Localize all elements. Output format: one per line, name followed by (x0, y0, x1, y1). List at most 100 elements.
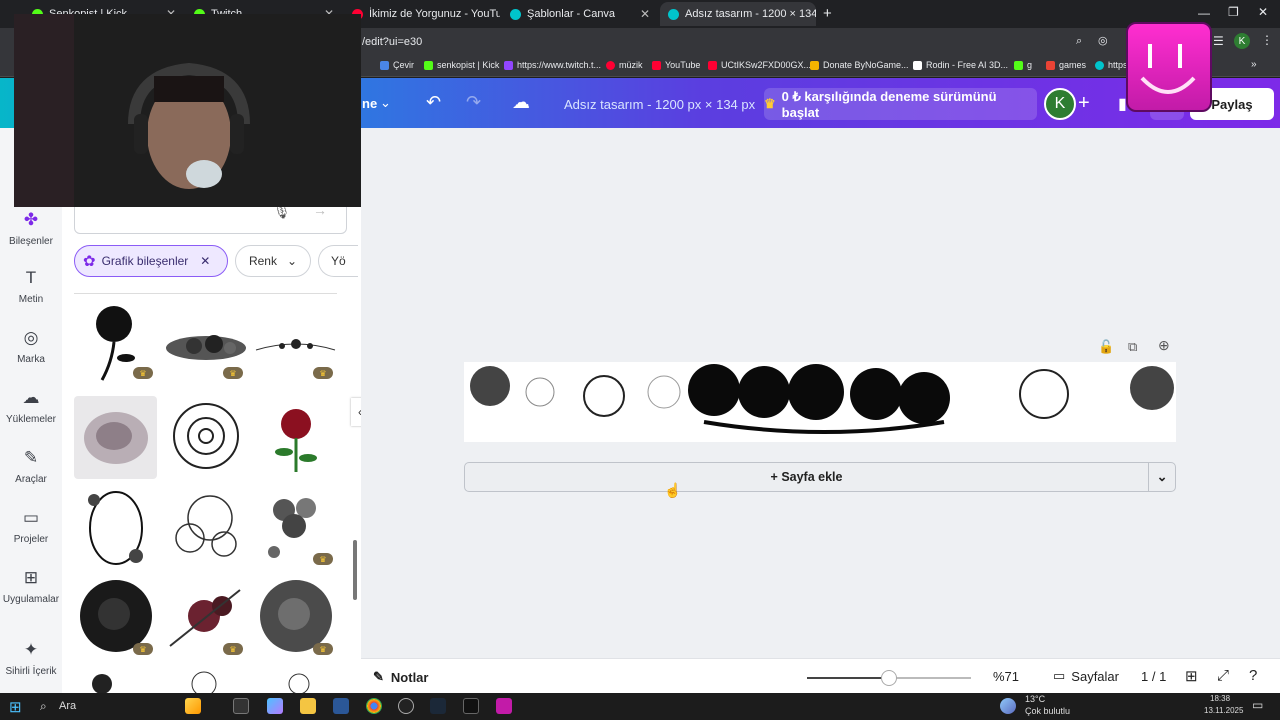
task-view-icon[interactable] (233, 698, 249, 714)
rail-item-tools[interactable]: ✎ Araçlar (0, 448, 62, 485)
chevron-down-icon[interactable]: ⌄ (380, 95, 391, 111)
document-title[interactable]: Adsız tasarım - 1200 px × 134 px (564, 97, 755, 112)
duplicate-page-icon[interactable]: ⧉ (1128, 339, 1137, 355)
bookmark-item[interactable]: senkopist | Kick (424, 60, 499, 70)
rail-label: Uygulamalar (2, 594, 60, 605)
bookmark-item[interactable]: Çevir (380, 60, 414, 70)
element-thumbnail[interactable]: ♛ (74, 300, 157, 383)
tools-icon: ✎ (23, 448, 39, 467)
clock-time[interactable]: 18:38 (1210, 694, 1230, 703)
maximize-icon[interactable]: ❐ (1228, 5, 1239, 19)
element-thumbnail[interactable] (74, 664, 157, 693)
filter-chip-orientation[interactable]: Yö (318, 245, 358, 277)
chrome-icon[interactable] (366, 698, 382, 714)
epic-games-icon[interactable] (463, 698, 479, 714)
pages-button[interactable]: ▭ Sayfalar (1053, 668, 1119, 684)
element-thumbnail[interactable]: ♛ (254, 486, 337, 569)
notifications-icon[interactable]: ▭ (1252, 698, 1263, 712)
element-thumbnail[interactable]: ♛ (74, 576, 157, 659)
clock-date[interactable]: 13.11.2025 (1204, 706, 1243, 715)
redo-icon[interactable]: ↷ (466, 92, 481, 113)
browser-tab[interactable]: Şablonlar - Canva ✕ (502, 2, 658, 26)
bookmarks-overflow-icon[interactable]: » (1251, 59, 1257, 70)
fullscreen-icon[interactable]: ⤢ (1217, 667, 1229, 684)
new-tab-button[interactable]: + (823, 5, 832, 22)
element-thumbnail[interactable]: ♛ (164, 300, 247, 383)
rail-item-elements[interactable]: ✤ Bileşenler (0, 210, 62, 247)
bookmark-item[interactable]: müzik (606, 60, 643, 70)
close-tab-icon[interactable]: ✕ (640, 7, 650, 21)
zoom-slider[interactable] (807, 670, 971, 686)
chevron-down-icon[interactable]: ⌄ (1149, 469, 1175, 485)
element-thumbnail[interactable] (254, 396, 337, 479)
close-icon[interactable]: ✕ (200, 254, 210, 268)
premium-crown-icon: ♛ (313, 367, 333, 379)
minimize-icon[interactable]: — (1198, 6, 1210, 20)
element-thumbnail[interactable] (254, 664, 337, 693)
start-trial-button[interactable]: ♛ 0 ₺ karşılığında deneme sürümünü başla… (764, 88, 1037, 120)
element-thumbnail[interactable]: ♛ (254, 300, 337, 383)
extensions-icon[interactable]: ☰ (1213, 34, 1224, 48)
add-collaborator-icon[interactable]: + (1078, 92, 1090, 115)
profile-avatar[interactable]: K (1234, 33, 1250, 49)
bookmark-item[interactable]: Donate ByNoGame... (810, 60, 909, 70)
cloud-saved-icon[interactable]: ☁ (512, 92, 530, 113)
home-menu-label[interactable]: ne (362, 96, 377, 111)
taskbar-search-label[interactable]: Ara (59, 700, 76, 712)
notes-button[interactable]: ✎ Notlar (373, 669, 428, 685)
grid-view-icon[interactable]: ⊞ (1185, 667, 1198, 685)
scrollbar-thumb[interactable] (353, 540, 357, 600)
browser-tab[interactable]: İkimiz de Yorgunuz - YouTube 🔊 ✕ (344, 2, 500, 26)
rail-item-brand[interactable]: ◎ Marka (0, 328, 62, 365)
panel-scrollbar[interactable] (352, 290, 358, 688)
copilot-icon[interactable] (267, 698, 283, 714)
element-thumbnail[interactable]: ♛ (254, 576, 337, 659)
design-canvas-page[interactable] (464, 362, 1176, 442)
eye-off-icon[interactable]: ◎ (1098, 34, 1108, 47)
weather-icon[interactable] (1000, 698, 1016, 714)
rail-item-uploads[interactable]: ☁ Yüklemeler (0, 388, 62, 425)
undo-icon[interactable]: ↶ (426, 92, 441, 113)
element-thumbnail[interactable] (164, 486, 247, 569)
bookmark-item[interactable]: Rodin - Free AI 3D... (913, 60, 1008, 70)
bookmark-item[interactable]: games (1046, 60, 1086, 70)
bookmark-item[interactable]: UCtIKSw2FXD00GX... (708, 60, 811, 70)
element-thumbnail[interactable]: ♛ (164, 576, 247, 659)
element-thumbnail[interactable] (74, 486, 157, 569)
user-avatar[interactable]: K (1044, 88, 1076, 120)
bookmark-item[interactable]: https://www.twitch.t... (504, 60, 601, 70)
add-page-icon[interactable]: ⊕ (1158, 337, 1170, 354)
zoom-slider-thumb[interactable] (881, 670, 897, 686)
element-thumbnail[interactable] (74, 396, 157, 479)
widgets-icon[interactable] (185, 698, 201, 714)
bookmark-item[interactable]: g (1014, 60, 1032, 70)
search-icon[interactable]: ⌕ (40, 699, 47, 714)
close-window-icon[interactable]: ✕ (1258, 5, 1268, 19)
zoom-icon[interactable]: ⌕ (1076, 35, 1082, 48)
weather-temp[interactable]: 13°C (1025, 694, 1045, 704)
filter-chip-graphics[interactable]: ✿ Grafik bileşenler ✕ (74, 245, 228, 277)
browser-tab-active[interactable]: Adsız tasarım - 1200 × 134 px ✕ (660, 2, 816, 26)
windows-start-icon[interactable]: ⊞ (9, 698, 22, 716)
bookmark-item[interactable]: YouTube (652, 60, 700, 70)
store-icon[interactable] (333, 698, 349, 714)
bookmark-item[interactable]: https (1095, 60, 1128, 70)
help-icon[interactable]: ? (1249, 667, 1257, 684)
obs-icon[interactable] (398, 698, 414, 714)
rail-item-magic[interactable]: ✦ Sihirli İçerik (0, 640, 62, 677)
steam-icon[interactable] (430, 698, 446, 714)
file-explorer-icon[interactable] (300, 698, 316, 714)
elements-icon: ✤ (23, 210, 39, 229)
url-text[interactable]: /edit?ui=e30 (362, 36, 422, 48)
filter-chip-color[interactable]: Renk ⌄ (235, 245, 311, 277)
element-thumbnail[interactable] (164, 396, 247, 479)
rail-item-text[interactable]: T Metin (0, 268, 62, 305)
browser-menu-icon[interactable]: ⋮ (1261, 33, 1273, 47)
element-thumbnail[interactable] (164, 664, 247, 693)
rail-item-apps[interactable]: ⊞ Uygulamalar (0, 568, 62, 605)
zoom-percentage[interactable]: %71 (993, 669, 1019, 684)
add-page-button[interactable]: + Sayfa ekle ⌄ (464, 462, 1176, 492)
app-icon[interactable] (496, 698, 512, 714)
rail-item-projects[interactable]: ▭ Projeler (0, 508, 62, 545)
lock-icon[interactable]: 🔓 (1098, 339, 1114, 355)
